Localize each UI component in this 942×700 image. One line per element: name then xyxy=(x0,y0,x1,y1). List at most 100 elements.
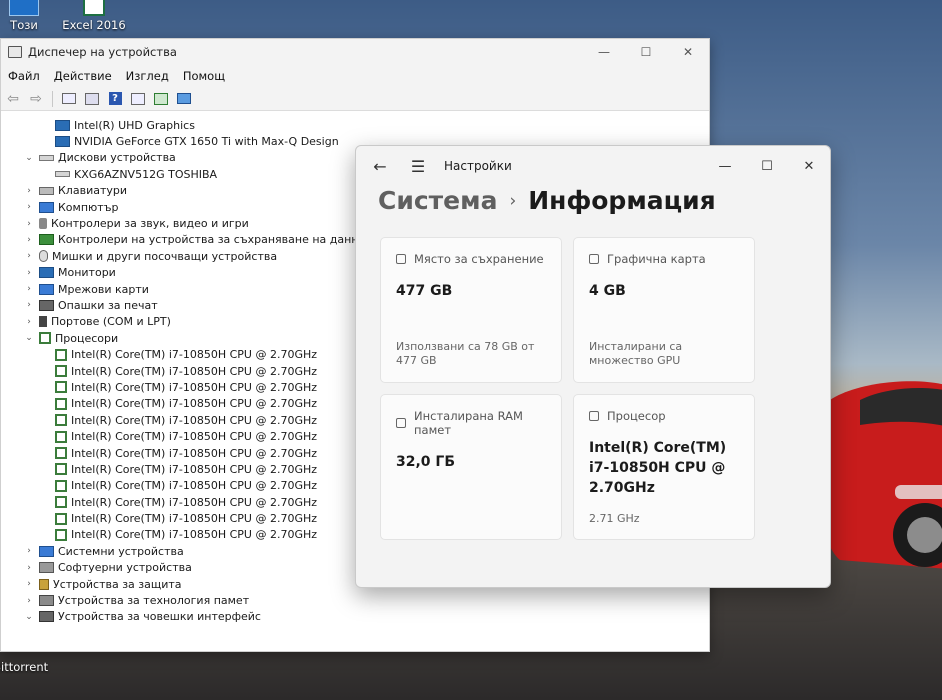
device-label: Мишки и други посочващи устройства xyxy=(52,249,278,263)
desktop-icon-qbittorrent[interactable]: qBittorrent xyxy=(0,660,52,674)
device-manager-titlebar[interactable]: Диспечер на устройства — ☐ ✕ xyxy=(1,39,709,65)
show-hide-console-tree-button[interactable] xyxy=(60,90,78,108)
device-row[interactable]: Intel(R) UHD Graphics xyxy=(1,117,709,133)
back-button[interactable]: ← xyxy=(364,157,396,176)
maximize-button[interactable]: ☐ xyxy=(625,39,667,65)
storage-icon xyxy=(396,254,406,264)
device-label: Системни устройства xyxy=(58,544,184,558)
network-icon xyxy=(39,283,54,295)
monitor-icon xyxy=(55,136,70,148)
close-button[interactable]: ✕ xyxy=(667,39,709,65)
chevron-right-icon[interactable]: › xyxy=(23,546,35,556)
navigation-menu-button[interactable]: ☰ xyxy=(404,157,432,176)
desktop-icon-label: qBittorrent xyxy=(0,660,49,674)
device-label: Intel(R) UHD Graphics xyxy=(74,118,195,132)
card-detail: 2.71 GHz xyxy=(589,512,640,525)
card-value: 4 GB xyxy=(589,283,626,299)
device-label: Intel(R) Core(TM) i7-10850H CPU @ 2.70GH… xyxy=(71,495,318,509)
device-label: Intel(R) Core(TM) i7-10850H CPU @ 2.70GH… xyxy=(71,380,318,394)
processor-icon xyxy=(55,430,67,443)
device-label: Контролери за звук, видео и игри xyxy=(51,217,249,231)
this-pc-icon xyxy=(9,0,39,16)
device-label: Процесори xyxy=(55,331,119,345)
chevron-right-icon: › xyxy=(509,190,517,211)
device-label: Опашки за печат xyxy=(58,298,158,312)
breadcrumb-parent[interactable]: Система xyxy=(378,186,497,215)
breadcrumb: Система › Информация xyxy=(378,186,716,215)
processor-icon xyxy=(55,381,67,394)
desktop-icon-excel[interactable]: Excel 2016 xyxy=(59,0,129,32)
card-detail: Използвани са 78 GB от 477 GB xyxy=(396,340,535,367)
chevron-right-icon[interactable]: › xyxy=(23,251,35,261)
chevron-right-icon[interactable]: › xyxy=(23,596,35,606)
chevron-right-icon[interactable]: › xyxy=(23,300,35,310)
processor-icon xyxy=(39,332,51,345)
device-category-row[interactable]: › Устройства за технология памет xyxy=(1,592,709,608)
menu-view[interactable]: Изглед xyxy=(119,69,176,83)
chevron-down-icon[interactable]: ⌄ xyxy=(23,333,35,343)
back-arrow-icon: ⇦ xyxy=(7,90,19,107)
security-devices-icon xyxy=(39,578,49,590)
processor-icon xyxy=(589,411,599,421)
chevron-right-icon[interactable]: › xyxy=(23,284,35,294)
minimize-button[interactable]: — xyxy=(704,152,746,180)
menu-action[interactable]: Действие xyxy=(47,69,119,83)
device-label: Intel(R) Core(TM) i7-10850H CPU @ 2.70GH… xyxy=(71,528,318,542)
processor-icon xyxy=(55,496,67,509)
card-title: Място за съхранение xyxy=(414,252,544,266)
settings-titlebar[interactable]: ← ☰ Настройки — ☐ ✕ xyxy=(356,146,830,186)
processor-icon xyxy=(55,365,67,378)
menu-file[interactable]: Файл xyxy=(1,69,47,83)
device-label: Intel(R) Core(TM) i7-10850H CPU @ 2.70GH… xyxy=(71,479,318,493)
ram-card: Инсталирана RAM памет 32,0 ГБ xyxy=(380,394,562,540)
chevron-right-icon[interactable]: › xyxy=(23,579,35,589)
desktop-icon-this-pc[interactable]: Този xyxy=(0,0,59,32)
back-button[interactable]: ⇦ xyxy=(4,90,22,108)
device-manager-app-icon xyxy=(8,46,22,58)
chevron-right-icon[interactable]: › xyxy=(23,268,35,278)
disk-drive-icon xyxy=(55,171,70,178)
chevron-right-icon[interactable]: › xyxy=(23,186,35,196)
help-button[interactable]: ? xyxy=(106,90,124,108)
graphics-card-card: Графична карта 4 GB Инсталирани са множе… xyxy=(573,237,755,383)
graphics-card-icon xyxy=(589,254,599,264)
menu-bar: Файл Действие Изглед Помощ xyxy=(1,65,709,87)
device-label: Intel(R) Core(TM) i7-10850H CPU @ 2.70GH… xyxy=(71,348,318,362)
processor-icon xyxy=(55,512,67,525)
close-button[interactable]: ✕ xyxy=(788,152,830,180)
chevron-right-icon[interactable]: › xyxy=(23,563,35,573)
properties-icon xyxy=(85,92,99,105)
update-driver-button[interactable] xyxy=(152,90,170,108)
minimize-button[interactable]: — xyxy=(583,39,625,65)
device-label: Софтуерни устройства xyxy=(58,561,192,575)
settings-app-title: Настройки xyxy=(444,159,512,173)
device-label: Устройства за човешки интерфейс xyxy=(58,610,261,624)
device-label: Компютър xyxy=(58,200,119,214)
forward-arrow-icon: ⇨ xyxy=(30,90,42,107)
chevron-right-icon[interactable]: › xyxy=(23,317,35,327)
chevron-down-icon[interactable]: ⌄ xyxy=(23,153,35,163)
chevron-right-icon[interactable]: › xyxy=(23,235,35,245)
device-label: Клавиатури xyxy=(58,184,128,198)
device-label: Intel(R) Core(TM) i7-10850H CPU @ 2.70GH… xyxy=(71,364,318,378)
chevron-right-icon[interactable]: › xyxy=(23,219,35,229)
monitor-icon xyxy=(55,119,70,131)
device-category-row[interactable]: ⌄ Устройства за човешки интерфейс xyxy=(1,609,709,625)
chevron-right-icon[interactable]: › xyxy=(23,202,35,212)
device-label: Intel(R) Core(TM) i7-10850H CPU @ 2.70GH… xyxy=(71,446,318,460)
device-label: Intel(R) Core(TM) i7-10850H CPU @ 2.70GH… xyxy=(71,462,318,476)
chevron-down-icon[interactable]: ⌄ xyxy=(23,612,35,622)
mouse-icon xyxy=(39,250,48,263)
software-devices-icon xyxy=(39,562,54,574)
update-driver-icon xyxy=(154,92,168,105)
menu-help[interactable]: Помощ xyxy=(176,69,232,83)
action-pane-button[interactable] xyxy=(129,90,147,108)
maximize-button[interactable]: ☐ xyxy=(746,152,788,180)
processor-icon xyxy=(55,528,67,541)
card-title: Инсталирана RAM памет xyxy=(414,409,523,437)
properties-button[interactable] xyxy=(83,90,101,108)
card-title: Процесор xyxy=(607,409,666,423)
device-label: KXG6AZNV512G TOSHIBA xyxy=(74,167,218,181)
forward-button[interactable]: ⇨ xyxy=(27,90,45,108)
scan-hardware-button[interactable] xyxy=(175,90,193,108)
